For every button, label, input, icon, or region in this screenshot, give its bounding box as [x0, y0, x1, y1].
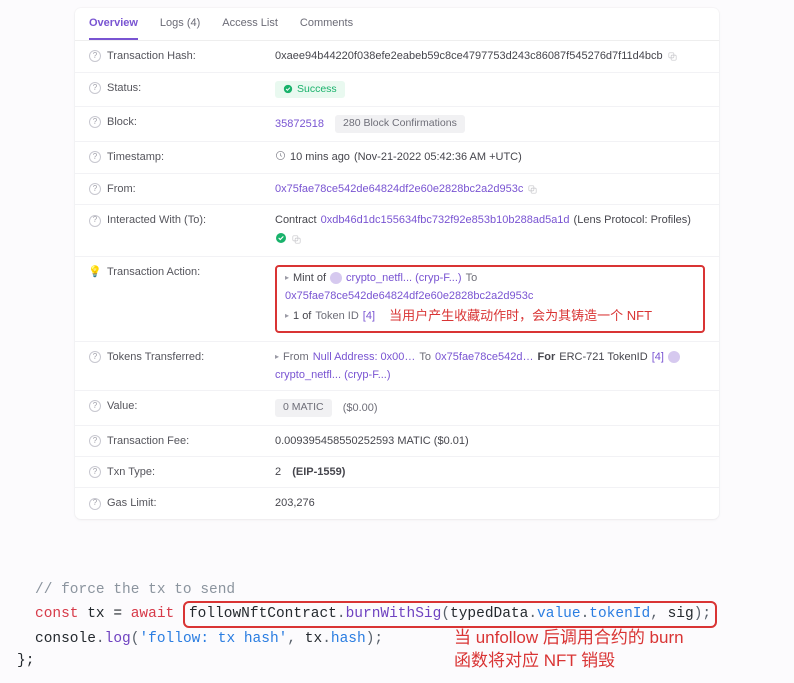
- mint-prefix: Mint of: [293, 271, 326, 285]
- code-highlight-box: followNftContract.burnWithSig(typedData.…: [183, 601, 717, 627]
- token-id-link[interactable]: [4]: [363, 309, 375, 323]
- label-txhash: Transaction Hash:: [107, 49, 196, 63]
- triangle-icon: ▸: [285, 311, 289, 321]
- copy-icon[interactable]: [527, 184, 538, 195]
- action-highlight-box: ▸ Mint of crypto_netfl... (cryp-F...) To…: [275, 265, 705, 332]
- triangle-icon: ▸: [285, 273, 289, 283]
- tx-rows: ? Transaction Hash: 0xaee94b44220f038efe…: [75, 41, 719, 518]
- label-block: Block:: [107, 115, 137, 129]
- row-block: ? Block: 35872518 280 Block Confirmation…: [75, 107, 719, 142]
- gaslimit-value: 203,276: [275, 496, 315, 510]
- token-name-link[interactable]: crypto_netfl... (cryp-F...): [346, 271, 462, 285]
- tab-comments[interactable]: Comments: [300, 16, 353, 40]
- help-icon[interactable]: ?: [89, 183, 101, 195]
- block-number-link[interactable]: 35872518: [275, 117, 324, 131]
- help-icon[interactable]: ?: [89, 82, 101, 94]
- row-txhash: ? Transaction Hash: 0xaee94b44220f038efe…: [75, 41, 719, 72]
- value-usd: ($0.00): [343, 401, 378, 415]
- help-icon[interactable]: ?: [89, 466, 101, 478]
- action-annotation: 当用户产生收藏动作时，会为其铸造一个 NFT: [389, 308, 652, 325]
- action-line-mint: ▸ Mint of crypto_netfl... (cryp-F...) To…: [285, 271, 695, 304]
- label-tokens: Tokens Transferred:: [107, 350, 204, 364]
- verified-icon: [275, 232, 287, 248]
- help-icon[interactable]: ?: [89, 215, 101, 227]
- code-annotation-l2: 函数将对应 NFT 销毁: [454, 650, 764, 673]
- label-interacted: Interacted With (To):: [107, 213, 206, 227]
- tab-overview[interactable]: Overview: [89, 16, 138, 40]
- timestamp-absolute: (Nov-21-2022 05:42:36 AM +UTC): [354, 150, 522, 164]
- to-word: To: [419, 350, 431, 364]
- tab-access-list[interactable]: Access List: [222, 16, 278, 40]
- clock-icon: [275, 150, 286, 165]
- help-icon[interactable]: ?: [89, 351, 101, 363]
- check-circle-icon: [283, 84, 293, 94]
- code-line-comment: // force the tx to send: [35, 579, 764, 601]
- to-contract-label: (Lens Protocol: Profiles): [574, 213, 691, 227]
- help-icon[interactable]: ?: [89, 50, 101, 62]
- row-fee: ? Transaction Fee: 0.009395458550252593 …: [75, 426, 719, 457]
- to-address-link[interactable]: 0xdb46d1dc155634fbc732f92e853b10b288ad5a…: [321, 213, 570, 227]
- timestamp-relative: 10 mins ago: [290, 150, 350, 164]
- code-annotation: 当 unfollow 后调用合约的 burn 函数将对应 NFT 销毁: [454, 627, 764, 673]
- row-to: ? Interacted With (To): Contract 0xdb46d…: [75, 205, 719, 257]
- transfer-to-link[interactable]: 0x75fae78ce542d…: [435, 350, 533, 364]
- token-id-label: Token ID: [315, 309, 358, 323]
- to-word: To: [466, 271, 478, 285]
- from-address-link[interactable]: 0x75fae78ce542de64824df2e60e2828bc2a2d95…: [275, 182, 523, 196]
- code-snippet: // force the tx to send const tx = await…: [35, 579, 764, 673]
- label-action: Transaction Action:: [107, 265, 200, 279]
- copy-icon[interactable]: [291, 234, 302, 245]
- txn-type-num: 2: [275, 465, 281, 479]
- row-timestamp: ? Timestamp: 10 mins ago (Nov-21-2022 05…: [75, 142, 719, 174]
- txhash-value: 0xaee94b44220f038efe2eabeb59c8ce4797753d…: [275, 49, 663, 63]
- help-icon[interactable]: ?: [89, 116, 101, 128]
- label-status: Status:: [107, 81, 141, 95]
- fee-value: 0.009395458550252593 MATIC ($0.01): [275, 434, 469, 448]
- code-annotation-l1: 当 unfollow 后调用合约的 burn: [454, 627, 764, 650]
- txn-type-label: (EIP-1559): [292, 465, 345, 479]
- block-confirmations-badge: 280 Block Confirmations: [335, 115, 465, 133]
- label-txntype: Txn Type:: [107, 465, 155, 479]
- tx-details-card: Overview Logs (4) Access List Comments ?…: [75, 8, 719, 519]
- row-value: ? Value: 0 MATIC ($0.00): [75, 391, 719, 426]
- to-contract-word: Contract: [275, 213, 317, 227]
- transfer-from-link[interactable]: Null Address: 0x00…: [313, 350, 416, 364]
- label-gaslimit: Gas Limit:: [107, 496, 157, 510]
- tab-bar: Overview Logs (4) Access List Comments: [75, 8, 719, 41]
- transfer-tokenid-link[interactable]: [4]: [652, 350, 664, 364]
- transfer-token-name-link[interactable]: crypto_netfl... (cryp-F...): [275, 368, 391, 382]
- label-from: From:: [107, 182, 136, 196]
- row-tokens: ? Tokens Transferred: ▸ From Null Addres…: [75, 342, 719, 392]
- tab-logs[interactable]: Logs (4): [160, 16, 200, 40]
- row-status: ? Status: Success: [75, 73, 719, 108]
- status-badge: Success: [275, 81, 345, 99]
- value-badge: 0 MATIC: [275, 399, 332, 417]
- label-timestamp: Timestamp:: [107, 150, 164, 164]
- token-avatar-icon: [330, 272, 342, 284]
- help-icon[interactable]: ?: [89, 498, 101, 510]
- qty-prefix: 1 of: [293, 309, 311, 323]
- row-gaslimit: ? Gas Limit: 203,276: [75, 488, 719, 518]
- label-value: Value:: [107, 399, 137, 413]
- lightbulb-icon: 💡: [89, 266, 101, 278]
- mint-to-address-link[interactable]: 0x75fae78ce542de64824df2e60e2828bc2a2d95…: [285, 289, 533, 303]
- help-icon[interactable]: ?: [89, 151, 101, 163]
- triangle-icon: ▸: [275, 352, 279, 362]
- row-from: ? From: 0x75fae78ce542de64824df2e60e2828…: [75, 174, 719, 205]
- code-line-await: const tx = await followNftContract.burnW…: [35, 601, 764, 627]
- token-avatar-icon: [668, 351, 680, 363]
- row-action: 💡 Transaction Action: ▸ Mint of crypto_n…: [75, 257, 719, 341]
- from-word: From: [283, 350, 309, 364]
- copy-icon[interactable]: [667, 51, 678, 62]
- label-fee: Transaction Fee:: [107, 434, 189, 448]
- help-icon[interactable]: ?: [89, 400, 101, 412]
- erc-label: ERC-721 TokenID: [559, 350, 647, 364]
- action-line-tokenid: ▸ 1 of Token ID [4] 当用户产生收藏动作时，会为其铸造一个 N…: [285, 308, 695, 325]
- for-word: For: [538, 350, 556, 364]
- row-txntype: ? Txn Type: 2 (EIP-1559): [75, 457, 719, 488]
- help-icon[interactable]: ?: [89, 435, 101, 447]
